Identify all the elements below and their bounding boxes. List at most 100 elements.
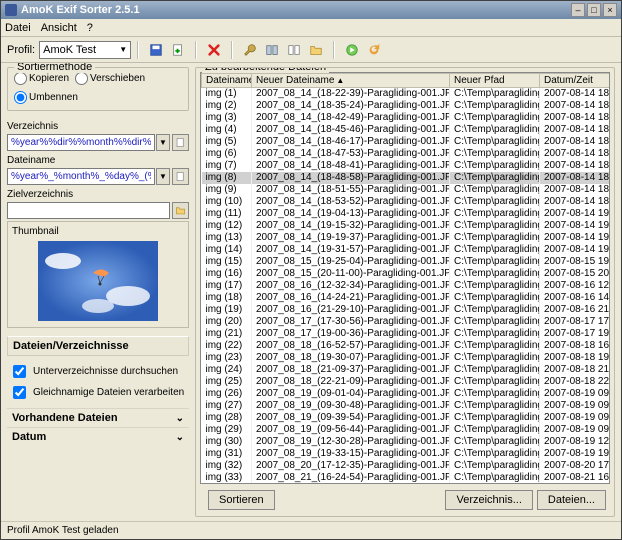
sort-button[interactable]: Sortieren <box>208 490 275 510</box>
file-table-group: Zu bearbeitende Dateien Dateiname Neuer … <box>195 67 615 517</box>
file-label: Dateiname <box>7 155 189 166</box>
checkbox-subdirs[interactable]: Unterverzeichnisse durchsuchen <box>9 362 187 381</box>
col-dateiname[interactable]: Dateiname <box>202 74 252 88</box>
table-row[interactable]: img (28)2007_08_19_(09-39-54)-Paraglidin… <box>202 412 611 424</box>
file-table-scroll[interactable]: Dateiname Neuer Dateiname▲ Neuer Pfad Da… <box>200 72 610 484</box>
table-row[interactable]: img (10)2007_08_14_(18-53-52)-Paraglidin… <box>202 196 611 208</box>
status-text: Profil AmoK Test geladen <box>7 525 119 536</box>
dir-input[interactable] <box>7 134 155 151</box>
table-row[interactable]: img (29)2007_08_19_(09-56-44)-Paraglidin… <box>202 424 611 436</box>
radio-rename[interactable]: Umbennen <box>14 91 78 104</box>
close-button[interactable]: × <box>603 3 617 17</box>
window-title: AmoK Exif Sorter 2.5.1 <box>21 4 569 16</box>
chevron-down-icon: ⌄ <box>176 413 184 424</box>
toolbar: Profil: AmoK Test ▼ <box>1 37 621 63</box>
date-expander[interactable]: Datum⌄ <box>7 427 189 446</box>
save-profile-icon[interactable] <box>148 42 164 58</box>
sort-method-group: Sortiermethode Kopieren Verschieben Umbe… <box>7 67 189 111</box>
tool-run-icon[interactable] <box>344 42 360 58</box>
table-row[interactable]: img (27)2007_08_19_(09-30-48)-Paraglidin… <box>202 400 611 412</box>
table-row[interactable]: img (17)2007_08_16_(12-32-34)-Paraglidin… <box>202 280 611 292</box>
table-row[interactable]: img (23)2007_08_18_(19-30-07)-Paraglidin… <box>202 352 611 364</box>
dropdown-arrow-icon: ▼ <box>119 45 127 54</box>
dir-label: Verzeichnis <box>7 121 189 132</box>
menu-datei[interactable]: Datei <box>5 22 31 34</box>
table-row[interactable]: img (19)2007_08_16_(21-29-10)-Paraglidin… <box>202 304 611 316</box>
menubar: Datei Ansicht ? <box>1 19 621 37</box>
table-row[interactable]: img (22)2007_08_18_(16-52-57)-Paraglidin… <box>202 340 611 352</box>
radio-move[interactable]: Verschieben <box>75 72 145 85</box>
separator <box>333 41 335 59</box>
file-table: Dateiname Neuer Dateiname▲ Neuer Pfad Da… <box>201 73 610 484</box>
new-profile-icon[interactable] <box>170 42 186 58</box>
file-table-legend: Zu bearbeitende Dateien <box>202 67 329 73</box>
table-row[interactable]: img (18)2007_08_16_(14-24-21)-Paraglidin… <box>202 292 611 304</box>
dir-edit-icon[interactable] <box>172 134 189 151</box>
bottom-buttons: Sortieren Verzeichnis... Dateien... <box>200 484 610 512</box>
table-row[interactable]: img (21)2007_08_17_(19-00-36)-Paraglidin… <box>202 328 611 340</box>
left-panel: Sortiermethode Kopieren Verschieben Umbe… <box>1 63 195 521</box>
table-row[interactable]: img (13)2007_08_14_(19-19-37)-Paraglidin… <box>202 232 611 244</box>
table-row[interactable]: img (33)2007_08_21_(16-24-54)-Paraglidin… <box>202 472 611 484</box>
table-row[interactable]: img (1)2007_08_14_(18-22-39)-Paragliding… <box>202 88 611 101</box>
tool-book-icon[interactable] <box>264 42 280 58</box>
table-row[interactable]: img (7)2007_08_14_(18-48-41)-Paragliding… <box>202 160 611 172</box>
table-row[interactable]: img (16)2007_08_15_(20-11-00)-Paraglidin… <box>202 268 611 280</box>
file-edit-icon[interactable] <box>172 168 189 185</box>
statusbar: Profil AmoK Test geladen <box>1 521 621 539</box>
menu-help[interactable]: ? <box>87 22 93 34</box>
app-icon <box>5 4 17 16</box>
maximize-button[interactable]: □ <box>587 3 601 17</box>
table-row[interactable]: img (20)2007_08_17_(17-30-56)-Paraglidin… <box>202 316 611 328</box>
table-row[interactable]: img (14)2007_08_14_(19-31-57)-Paraglidin… <box>202 244 611 256</box>
target-input[interactable] <box>7 202 170 219</box>
options-panel-body: Unterverzeichnisse durchsuchen Gleichnam… <box>7 356 189 408</box>
table-row[interactable]: img (15)2007_08_15_(19-25-04)-Paraglidin… <box>202 256 611 268</box>
tool-pages-icon[interactable] <box>286 42 302 58</box>
checkbox-samename[interactable]: Gleichnamige Dateien verarbeiten <box>9 383 187 402</box>
col-datum-zeit[interactable]: Datum/Zeit <box>540 74 611 88</box>
table-row[interactable]: img (25)2007_08_18_(22-21-09)-Paraglidin… <box>202 376 611 388</box>
file-dropdown[interactable]: ▼ <box>156 168 170 185</box>
thumbnail-panel: Thumbnail <box>7 221 189 328</box>
table-row[interactable]: img (26)2007_08_19_(09-01-04)-Paraglidin… <box>202 388 611 400</box>
table-row[interactable]: img (3)2007_08_14_(18-42-49)-Paragliding… <box>202 112 611 124</box>
table-row[interactable]: img (9)2007_08_14_(18-51-55)-Paragliding… <box>202 184 611 196</box>
options-panel-header[interactable]: Dateien/Verzeichnisse <box>7 336 189 356</box>
table-row[interactable]: img (24)2007_08_18_(21-09-37)-Paraglidin… <box>202 364 611 376</box>
tool-folder-icon[interactable] <box>308 42 324 58</box>
minimize-button[interactable]: – <box>571 3 585 17</box>
table-row[interactable]: img (5)2007_08_14_(18-46-17)-Paragliding… <box>202 136 611 148</box>
files-button[interactable]: Dateien... <box>537 490 606 510</box>
sort-method-legend: Sortiermethode <box>14 63 95 73</box>
tool-wrench-icon[interactable] <box>242 42 258 58</box>
radio-copy[interactable]: Kopieren <box>14 72 69 85</box>
profile-select[interactable]: AmoK Test ▼ <box>39 41 131 59</box>
table-row[interactable]: img (4)2007_08_14_(18-45-46)-Paragliding… <box>202 124 611 136</box>
target-browse-icon[interactable] <box>172 202 189 219</box>
col-neuer-dateiname[interactable]: Neuer Dateiname▲ <box>252 74 450 88</box>
separator <box>231 41 233 59</box>
col-neuer-pfad[interactable]: Neuer Pfad <box>450 74 540 88</box>
delete-icon[interactable] <box>206 42 222 58</box>
table-row[interactable]: img (6)2007_08_14_(18-47-53)-Paragliding… <box>202 148 611 160</box>
profile-value: AmoK Test <box>43 44 96 56</box>
table-row[interactable]: img (31)2007_08_19_(19-33-15)-Paraglidin… <box>202 448 611 460</box>
table-row[interactable]: img (32)2007_08_20_(17-12-35)-Paraglidin… <box>202 460 611 472</box>
table-row[interactable]: img (8)2007_08_14_(18-48-58)-Paragliding… <box>202 172 611 184</box>
chevron-down-icon: ⌄ <box>176 432 184 443</box>
table-row[interactable]: img (12)2007_08_14_(19-15-32)-Paraglidin… <box>202 220 611 232</box>
profile-label: Profil: <box>7 44 35 56</box>
menu-ansicht[interactable]: Ansicht <box>41 22 77 34</box>
table-row[interactable]: img (11)2007_08_14_(19-04-13)-Paraglidin… <box>202 208 611 220</box>
table-row[interactable]: img (2)2007_08_14_(18-35-24)-Paragliding… <box>202 100 611 112</box>
target-label: Zielverzeichnis <box>7 189 189 200</box>
dir-dropdown[interactable]: ▼ <box>156 134 170 151</box>
tool-refresh-icon[interactable] <box>366 42 382 58</box>
directory-button[interactable]: Verzeichnis... <box>445 490 532 510</box>
right-panel: Zu bearbeitende Dateien Dateiname Neuer … <box>195 63 621 521</box>
table-row[interactable]: img (30)2007_08_19_(12-30-28)-Paraglidin… <box>202 436 611 448</box>
existing-files-expander[interactable]: Vorhandene Dateien⌄ <box>7 408 189 427</box>
file-input[interactable] <box>7 168 155 185</box>
thumbnail-image <box>38 241 158 321</box>
